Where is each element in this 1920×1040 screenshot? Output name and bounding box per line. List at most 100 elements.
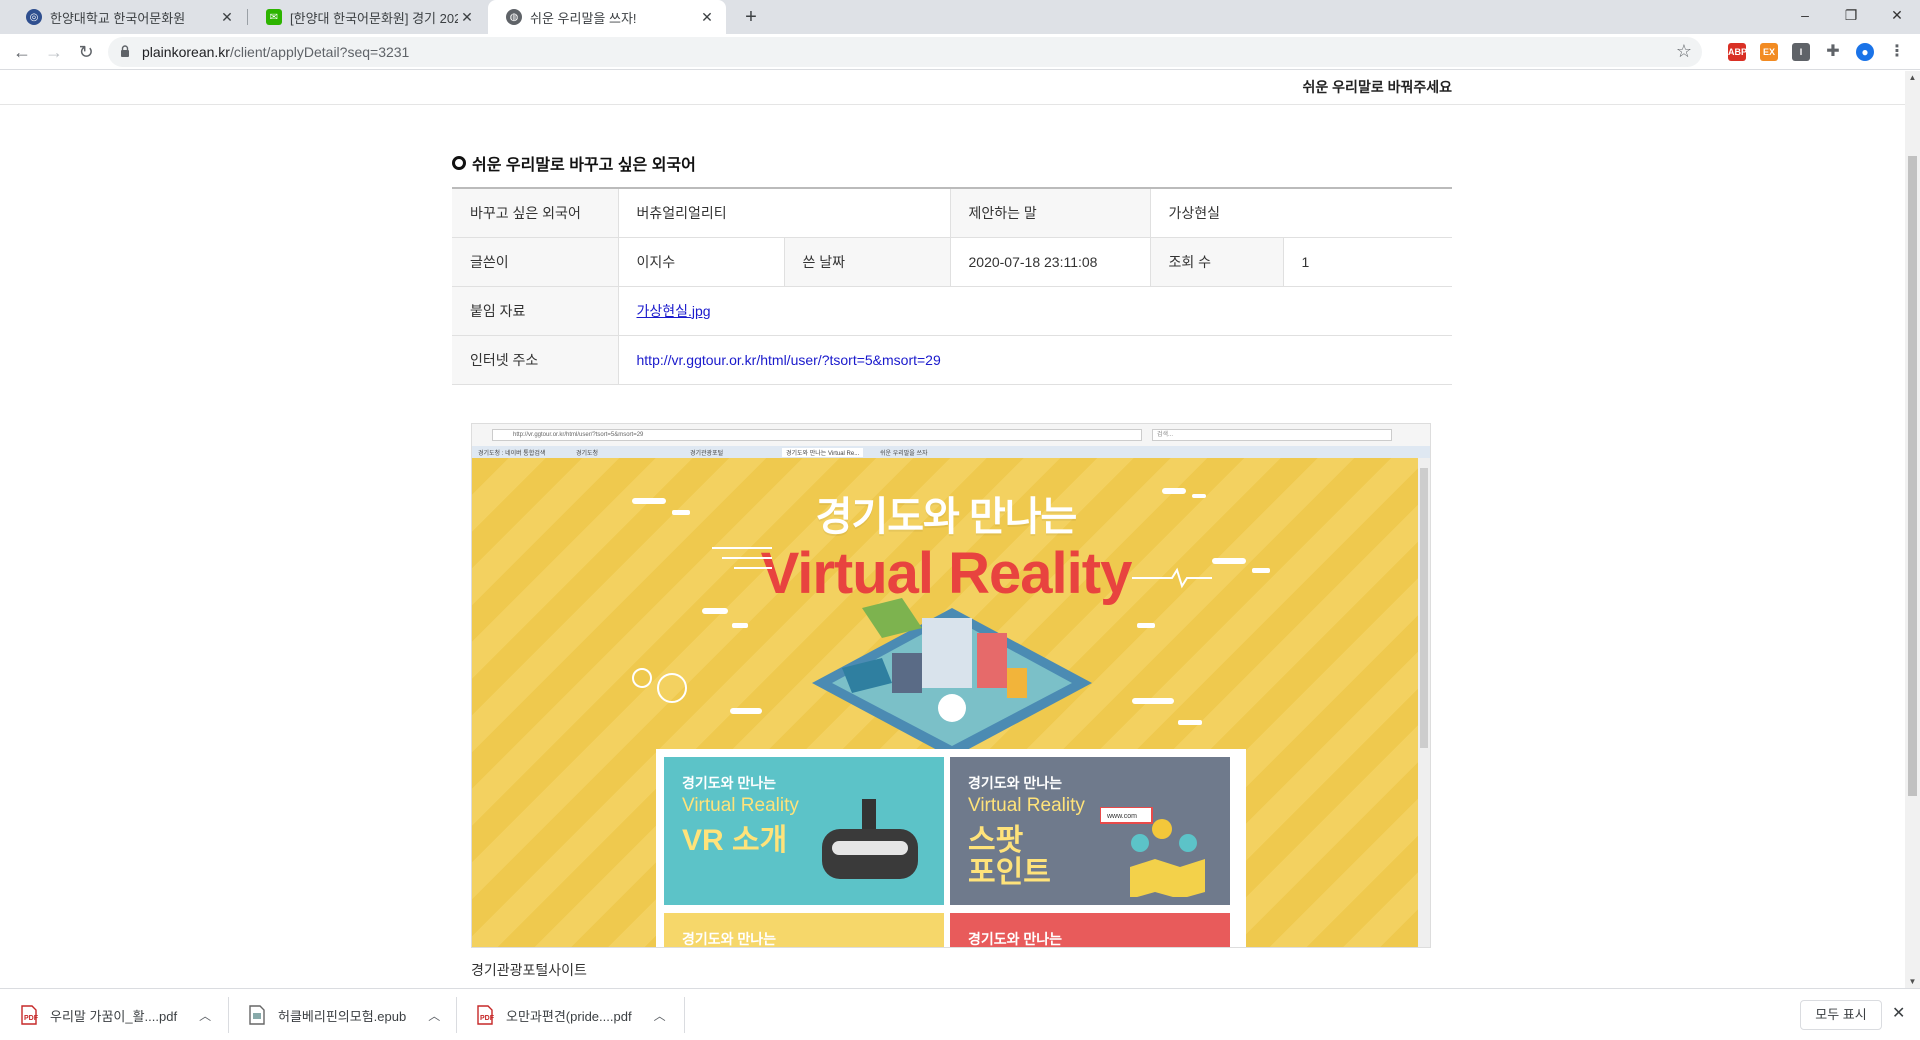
page-viewport: 쉬운 우리말로 바꿔주세요 쉬운 우리말로 바꾸고 싶은 외국어 바꾸고 싶은 … xyxy=(0,71,1905,988)
back-icon[interactable]: ← xyxy=(8,38,36,66)
chevron-up-icon[interactable]: ︿ xyxy=(428,1007,440,1024)
table-row: 붙임 자료 가상현실.jpg xyxy=(452,286,1452,336)
ie-tab: 쉬운 우리말을 쓰자 xyxy=(880,451,928,457)
menu-cards: 경기도와 만나는 Virtual Reality VR 소개 경기도와 만나는 … xyxy=(656,749,1246,947)
download-item[interactable]: PDF 우리말 가꿈이_활....pdf ︿ xyxy=(20,989,211,1040)
new-tab-button[interactable]: + xyxy=(738,4,764,30)
browser-toolbar: ← → ↻ plainkorean.kr/client/applyDetail?… xyxy=(0,34,1920,70)
ie-search: 검색... xyxy=(1152,429,1392,441)
download-divider xyxy=(228,997,229,1033)
scrollbar-thumb[interactable] xyxy=(1908,156,1917,796)
embedded-scrollbar xyxy=(1418,458,1430,947)
vr-intro-card: 경기도와 만나는 Virtual Reality VR 소개 xyxy=(664,757,944,905)
chevron-up-icon[interactable]: ︿ xyxy=(654,1007,666,1024)
close-tab-icon[interactable]: ✕ xyxy=(218,9,236,26)
card-line1: 경기도와 만나는 xyxy=(682,775,777,791)
download-filename: 오만과편견(pride....pdf xyxy=(506,1008,632,1024)
naver-icon: ✉ xyxy=(266,9,282,25)
profile-avatar-icon[interactable]: ● xyxy=(1856,43,1874,61)
page-scrollbar[interactable]: ▲ ▼ xyxy=(1905,71,1920,988)
tab-hanyang[interactable]: ◎ 한양대학교 한국어문화원 ✕ xyxy=(8,0,246,34)
download-divider xyxy=(684,997,685,1033)
bottom-right-card: 경기도와 만나는 xyxy=(950,913,1230,947)
pdf-file-icon: PDF xyxy=(21,1005,38,1025)
proposed-value: 가상현실 xyxy=(1149,188,1452,238)
ad-block-icon[interactable]: ABP xyxy=(1728,43,1747,61)
isometric-city-icon xyxy=(812,598,1092,758)
spot-point-card: 경기도와 만나는 Virtual Reality 스팟 포인트 www.com xyxy=(950,757,1230,905)
university-icon: ◎ xyxy=(26,9,42,25)
minimize-button[interactable]: – xyxy=(1782,0,1828,30)
close-tab-icon[interactable]: ✕ xyxy=(458,9,476,26)
menu-kebab-icon[interactable]: ⋮ xyxy=(1888,43,1906,61)
card-line1: 경기도와 만나는 xyxy=(968,775,1063,791)
reload-icon[interactable]: ↻ xyxy=(72,38,100,66)
download-item[interactable]: PDF 오만과편견(pride....pdf ︿ xyxy=(476,989,666,1040)
ie-url: http://vr.ggtour.or.kr/html/user/?tsort=… xyxy=(492,429,1142,441)
tab-title: 쉬운 우리말을 쓰자! xyxy=(530,10,637,26)
ie-tab: 경기도와 만나는 Virtual Re... xyxy=(782,448,864,457)
scroll-down-icon[interactable]: ▼ xyxy=(1905,977,1920,986)
close-tab-icon[interactable]: ✕ xyxy=(698,9,716,26)
close-shelf-icon[interactable]: ✕ xyxy=(1892,1003,1905,1023)
download-item[interactable]: 허클베리핀의모험.epub ︿ xyxy=(248,989,440,1040)
tab-title: 한양대학교 한국어문화원 xyxy=(50,10,186,26)
attachment-cell: 가상현실.jpg xyxy=(617,286,1452,336)
tab-naver-mail[interactable]: ✉ [한양대 한국어문화원] 경기 2020 ✕ xyxy=(248,0,486,34)
author-value: 이지수 xyxy=(617,237,784,287)
url-cell: http://vr.ggtour.or.kr/html/user/?tsort=… xyxy=(617,335,1452,385)
table-row: 바꾸고 싶은 외국어 버츄얼리얼리티 제안하는 말 가상현실 xyxy=(452,188,1452,238)
address-bar[interactable]: plainkorean.kr/client/applyDetail?seq=32… xyxy=(108,37,1702,67)
reader-icon[interactable]: I xyxy=(1792,43,1810,61)
bottom-left-card: 경기도와 만나는 xyxy=(664,913,944,947)
site-top-strip: 쉬운 우리말로 바꿔주세요 xyxy=(0,71,1905,105)
date-value: 2020-07-18 23:11:08 xyxy=(949,237,1150,287)
foreign-word-value: 버츄얼리얼리티 xyxy=(617,188,950,238)
scroll-up-icon[interactable]: ▲ xyxy=(1905,73,1920,82)
globe-icon: ◍ xyxy=(506,9,522,25)
bookmark-star-icon[interactable]: ☆ xyxy=(1676,41,1692,62)
url-label: 인터넷 주소 xyxy=(452,335,618,385)
table-row: 인터넷 주소 http://vr.ggtour.or.kr/html/user/… xyxy=(452,335,1452,385)
chevron-up-icon[interactable]: ︿ xyxy=(199,1007,211,1024)
ex-icon[interactable]: EX xyxy=(1760,43,1778,61)
download-filename: 허클베리핀의모험.epub xyxy=(278,1008,407,1024)
epub-file-icon xyxy=(249,1005,265,1025)
attachment-link[interactable]: 가상현실.jpg xyxy=(637,303,711,319)
pdf-file-icon: PDF xyxy=(477,1005,494,1025)
ie-tab: 경기도청 xyxy=(576,451,599,457)
date-label: 쓴 날짜 xyxy=(783,237,950,287)
vr-banner: 경기도와 만나는 Virtual Reality 경기도와 만나는 Virtua… xyxy=(472,458,1420,947)
url-chip-text: www.com xyxy=(1106,813,1137,820)
map-pin-icon: www.com xyxy=(1100,807,1205,897)
forward-icon[interactable]: → xyxy=(40,38,68,66)
card-line1: 경기도와 만나는 xyxy=(682,931,777,947)
tab-title: [한양대 한국어문화원] 경기 2020 xyxy=(290,10,458,26)
svg-text:PDF: PDF xyxy=(480,1015,494,1022)
ie-tab: 경기도청 : 네이버 통합검색 xyxy=(478,451,546,457)
close-window-button[interactable]: ✕ xyxy=(1874,0,1920,30)
ie-address-bar: http://vr.ggtour.or.kr/html/user/?tsort=… xyxy=(472,424,1430,446)
request-link[interactable]: 쉬운 우리말로 바꿔주세요 xyxy=(1303,77,1452,97)
foreign-word-label: 바꾸고 싶은 외국어 xyxy=(452,188,618,238)
download-divider xyxy=(456,997,457,1033)
restore-button[interactable]: ❐ xyxy=(1828,0,1874,30)
reference-url-link[interactable]: http://vr.ggtour.or.kr/html/user/?tsort=… xyxy=(637,352,941,368)
download-filename: 우리말 가꿈이_활....pdf xyxy=(50,1008,178,1024)
download-shelf: PDF 우리말 가꿈이_활....pdf ︿ 허클베리핀의모험.epub ︿ P… xyxy=(0,988,1920,1040)
table-row: 글쓴이 이지수 쓴 날짜 2020-07-18 23:11:08 조회 수 1 xyxy=(452,237,1452,287)
svg-text:PDF: PDF xyxy=(24,1015,38,1022)
image-caption: 경기관광포털사이트 xyxy=(471,962,587,978)
author-label: 글쓴이 xyxy=(452,237,618,287)
tab-plainkorean[interactable]: ◍ 쉬운 우리말을 쓰자! ✕ xyxy=(488,0,726,34)
show-all-button[interactable]: 모두 표시 xyxy=(1800,1000,1882,1030)
section-title: 쉬운 우리말로 바꾸고 싶은 외국어 xyxy=(452,151,696,175)
views-value: 1 xyxy=(1282,237,1452,287)
section-title-text: 쉬운 우리말로 바꾸고 싶은 외국어 xyxy=(472,157,696,174)
bullet-circle-icon xyxy=(452,156,466,170)
vr-headset-icon xyxy=(822,799,918,879)
views-label: 조회 수 xyxy=(1149,237,1283,287)
detail-table: 바꾸고 싶은 외국어 버츄얼리얼리티 제안하는 말 가상현실 글쓴이 이지수 쓴… xyxy=(452,187,1452,385)
extensions-puzzle-icon[interactable]: ✚ xyxy=(1824,43,1842,61)
tab-strip: ◎ 한양대학교 한국어문화원 ✕ ✉ [한양대 한국어문화원] 경기 2020 … xyxy=(0,0,1920,34)
